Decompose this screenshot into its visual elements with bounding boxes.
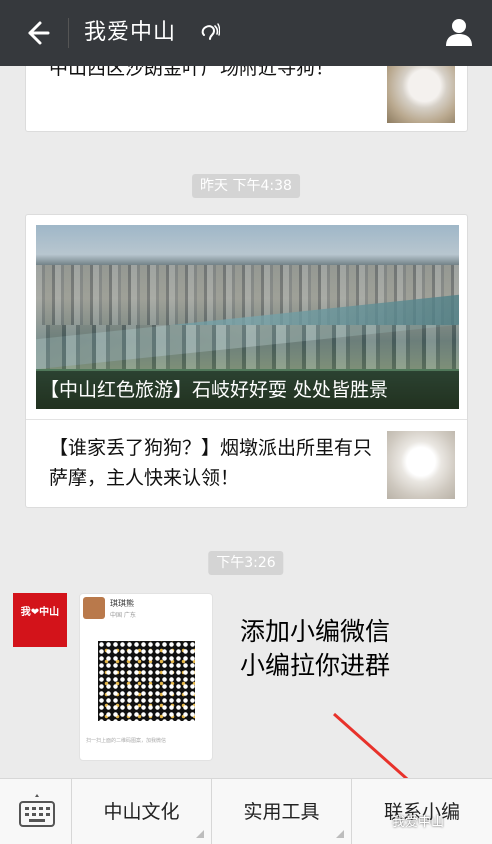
cover-city-buildings-front: [36, 325, 459, 369]
watermark-text: 我爱中山: [392, 815, 445, 830]
cover-caption: 【中山红色旅游】石岐好好耍 处处皆胜景: [36, 371, 459, 409]
message-timestamp: 昨天 下午4:38: [192, 174, 300, 198]
menu-item-tools[interactable]: 实用工具: [212, 779, 352, 844]
keyboard-icon: [19, 794, 55, 827]
page-title: 我爱中山: [84, 20, 177, 45]
submenu-indicator-icon: [196, 830, 204, 838]
article-card-lost-dog[interactable]: 中山西区沙朗金叶广场附近寻狗！: [25, 66, 468, 132]
chat-header: 我爱中山: [0, 0, 492, 66]
red-arrow-annotation: [333, 712, 422, 790]
sender-avatar[interactable]: 我❤中山: [13, 593, 67, 647]
article-thumbnail-dog: [387, 66, 455, 123]
avatar-logo-text: 我❤中山: [20, 607, 60, 618]
header-divider: [68, 18, 69, 48]
article-thumbnail-samoyed: [387, 431, 455, 499]
article-card-group[interactable]: 【中山红色旅游】石岐好好耍 处处皆胜景 【谁家丢了狗狗？】烟墩派出所里有只萨摩，…: [25, 214, 468, 508]
back-arrow-icon[interactable]: [20, 17, 52, 49]
keyboard-toggle[interactable]: [0, 779, 72, 844]
card-divider: [26, 419, 467, 420]
menu-item-label: 中山文化: [103, 801, 180, 823]
article-cover-image[interactable]: 【中山红色旅游】石岐好好耍 处处皆胜景: [36, 225, 459, 409]
qr-owner-name: 琪琪熊: [110, 599, 134, 608]
article-title: 中山西区沙朗金叶广场附近寻狗！: [49, 66, 335, 79]
message-timestamp: 下午3:26: [208, 551, 284, 575]
qr-code-image-message[interactable]: 琪琪熊 中国 广东 扫一扫上面的二维码图案，加我微信: [79, 593, 213, 761]
submenu-indicator-icon: [336, 830, 344, 838]
speaker-icon: [201, 23, 220, 40]
qr-footer-text: 扫一扫上面的二维码图案，加我微信: [86, 738, 167, 744]
qr-owner-avatar: [83, 597, 105, 619]
qr-owner-location: 中国 广东: [110, 612, 136, 619]
menu-item-culture[interactable]: 中山文化: [72, 779, 212, 844]
menu-item-label: 实用工具: [243, 801, 320, 823]
qr-code: [98, 641, 195, 721]
article-subtitle[interactable]: 【谁家丢了狗狗？】烟墩派出所里有只萨摩，主人快来认领！: [49, 433, 379, 493]
user-profile-icon[interactable]: [444, 17, 474, 47]
